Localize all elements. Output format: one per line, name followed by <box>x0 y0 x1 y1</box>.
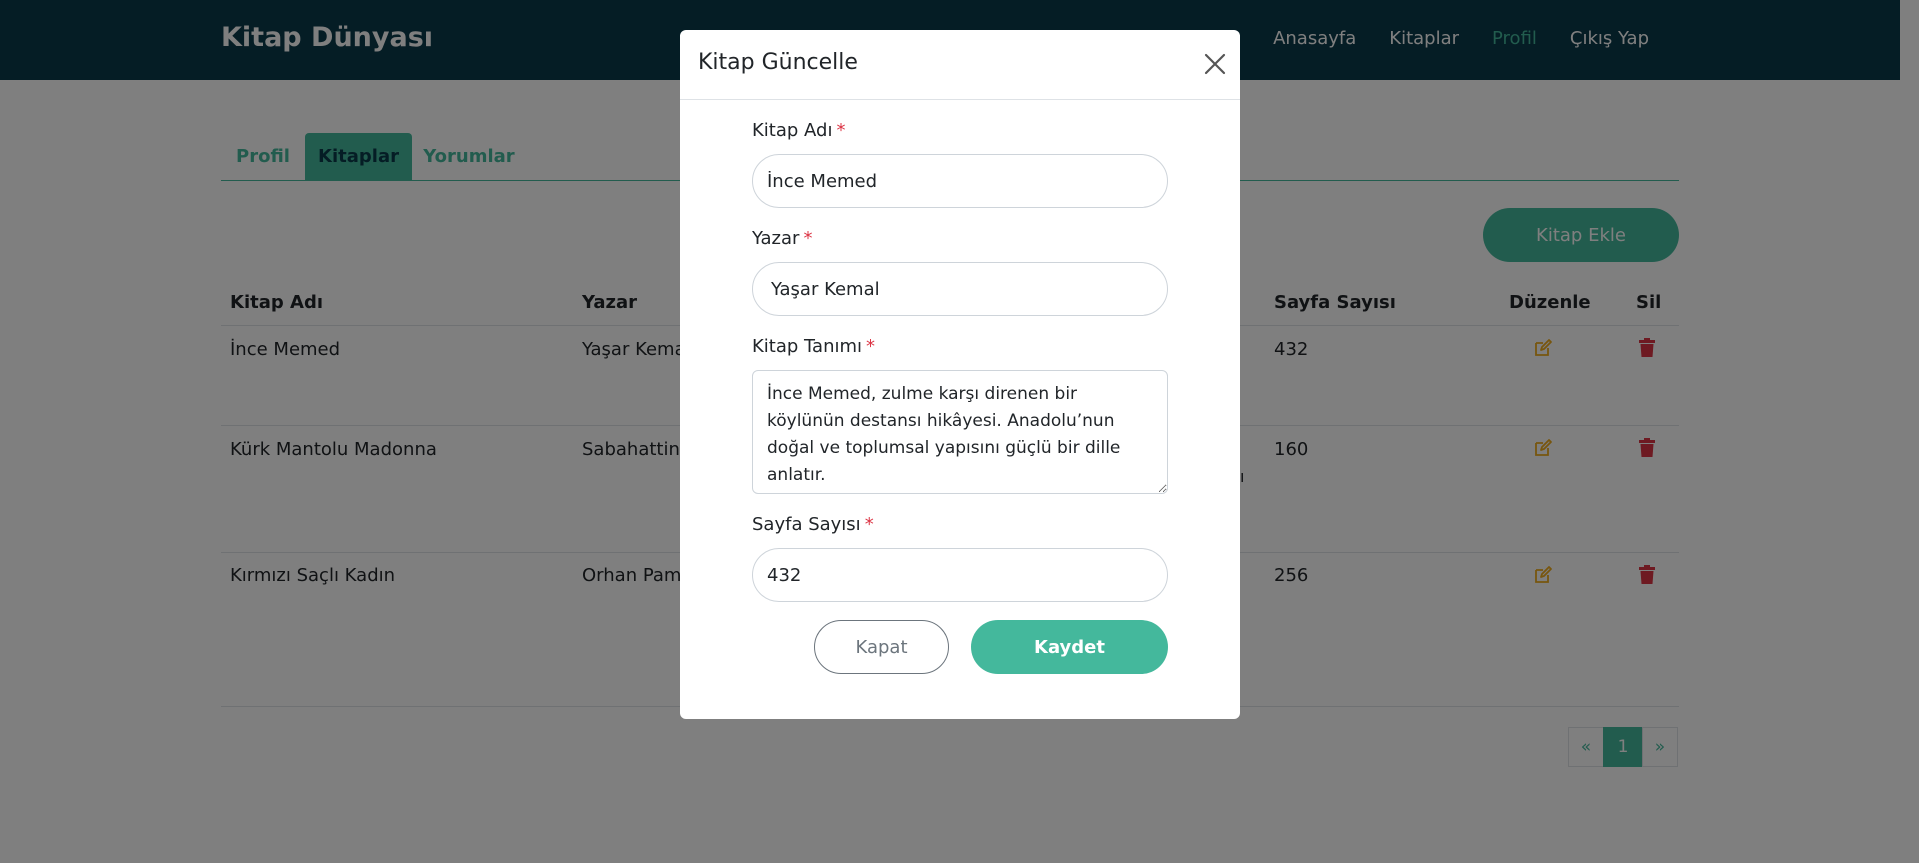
label-text: Kitap Adı <box>752 120 833 141</box>
modal-header: Kitap Güncelle <box>680 30 1240 100</box>
modal-title: Kitap Güncelle <box>698 50 858 75</box>
title-field-label: Kitap Adı * <box>752 120 845 141</box>
label-text: Kitap Tanımı <box>752 336 863 357</box>
required-marker: * <box>864 514 874 535</box>
description-field-label: Kitap Tanımı * <box>752 336 875 357</box>
required-marker: * <box>803 228 813 249</box>
author-field-label: Yazar * <box>752 228 812 249</box>
label-text: Sayfa Sayısı <box>752 514 861 535</box>
label-text: Yazar <box>752 228 800 249</box>
pages-field-label: Sayfa Sayısı * <box>752 514 874 535</box>
book-author-input[interactable] <box>752 262 1168 316</box>
close-button[interactable]: Kapat <box>814 620 949 674</box>
page-count-input[interactable] <box>752 548 1168 602</box>
book-title-input[interactable] <box>752 154 1168 208</box>
update-book-modal: Kitap Güncelle Kitap Adı* Yazar* Kitap T… <box>680 30 1240 719</box>
required-marker: * <box>866 336 876 357</box>
required-marker: * <box>836 120 846 141</box>
save-button[interactable]: Kaydet <box>971 620 1168 674</box>
close-icon[interactable] <box>1202 51 1228 77</box>
book-description-textarea[interactable]: İnce Memed, zulme karşı direnen bir köyl… <box>752 370 1168 494</box>
